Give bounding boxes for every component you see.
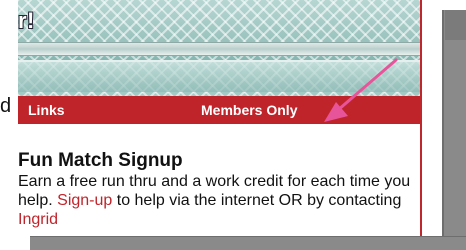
nav-link-members-only[interactable]: Members Only <box>201 102 297 118</box>
gray-panel-top <box>445 10 466 40</box>
pointer-arrow-icon <box>324 58 398 122</box>
main-column: r! Links Members Only Fun Match Signup E… <box>18 0 422 249</box>
gray-bottom-bar <box>30 236 466 250</box>
banner-band <box>18 42 420 56</box>
section-title: Fun Match Signup <box>18 150 183 171</box>
banner-title: r! <box>18 8 35 33</box>
ingrid-link[interactable]: Ingrid <box>18 211 58 228</box>
signup-paragraph: Earn a free run thru and a work credit f… <box>18 172 413 229</box>
signup-link[interactable]: Sign-up <box>57 192 112 209</box>
gray-side-panel <box>442 10 466 249</box>
side-text-fragment: d <box>0 95 12 117</box>
paragraph-text-2: to help via the internet OR by contactin… <box>112 192 402 209</box>
nav-link-links[interactable]: Links <box>28 102 65 118</box>
